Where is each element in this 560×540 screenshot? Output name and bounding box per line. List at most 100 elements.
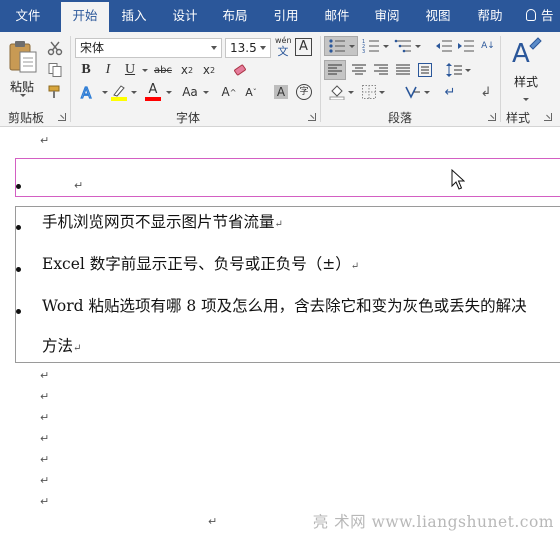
- paragraph-group-label: 段落: [388, 111, 413, 125]
- decrease-indent-button[interactable]: [434, 36, 454, 56]
- line-spacing-button[interactable]: [444, 60, 472, 80]
- font-color-dropdown-icon[interactable]: [166, 91, 172, 94]
- borders-button[interactable]: [358, 82, 388, 102]
- sort-button[interactable]: A↓: [478, 36, 498, 56]
- paragraph-mark: ↵: [40, 432, 50, 445]
- show-hide-marks-button[interactable]: ↵: [440, 82, 460, 102]
- tab-view[interactable]: 视图: [414, 0, 462, 32]
- styles-launcher-icon[interactable]: [544, 113, 552, 121]
- list-item-text: Excel 数字前显示正号、负号或正负号（±）: [42, 255, 351, 273]
- bold-button[interactable]: B: [78, 60, 94, 80]
- align-center-button[interactable]: [348, 60, 370, 80]
- paragraph-mark: ↵: [40, 495, 50, 508]
- mouse-pointer-icon: [451, 169, 465, 190]
- font-name-value: 宋体: [80, 41, 105, 55]
- font-launcher-icon[interactable]: [308, 113, 316, 121]
- tab-references[interactable]: 引用: [262, 0, 310, 32]
- character-border-button[interactable]: A: [295, 38, 312, 56]
- separator: [500, 36, 501, 122]
- highlight-color-bar: [111, 96, 127, 101]
- justify-button[interactable]: [392, 60, 414, 80]
- paragraph-mark: ↵: [350, 261, 360, 272]
- align-right-button[interactable]: [370, 60, 392, 80]
- highlighter-icon: [113, 84, 125, 97]
- list-item[interactable]: Excel 数字前显示正号、负号或正负号（±）↵: [42, 252, 359, 274]
- clipboard-launcher-icon[interactable]: [58, 113, 66, 121]
- character-border-glyph: A: [299, 39, 308, 54]
- list-item-continuation[interactable]: 方法↵: [42, 334, 81, 356]
- format-painter-button[interactable]: [44, 82, 66, 102]
- tab-design[interactable]: 设计: [161, 0, 209, 32]
- font-color-button[interactable]: A: [142, 82, 164, 102]
- superscript-button[interactable]: x2: [200, 60, 218, 80]
- chinese-layout-button[interactable]: [402, 82, 432, 102]
- bullet-list-icon: [328, 39, 345, 53]
- copy-icon: [48, 63, 62, 77]
- tell-me-search[interactable]: 告: [526, 0, 554, 32]
- tab-layout[interactable]: 布局: [211, 0, 259, 32]
- tab-home[interactable]: 开始: [61, 2, 109, 32]
- strikethrough-button[interactable]: abc: [152, 60, 174, 80]
- highlight-button[interactable]: [108, 82, 130, 102]
- enclose-characters-button[interactable]: 字: [294, 82, 314, 102]
- phonetic-guide-char: 文: [277, 45, 289, 58]
- paragraph-launcher-icon[interactable]: [488, 113, 496, 121]
- change-case-button[interactable]: Aa: [178, 82, 202, 102]
- list-item[interactable]: Word 粘贴选项有哪 8 项及怎么用，含去除它和变为灰色或丢失的解决: [42, 294, 527, 316]
- selected-empty-bullet-box[interactable]: [15, 158, 560, 197]
- cut-button[interactable]: [44, 38, 66, 58]
- paragraph-mark: ↵: [208, 515, 218, 528]
- tab-mailings[interactable]: 邮件: [313, 0, 361, 32]
- paste-dropdown-icon: [20, 94, 26, 97]
- subscript-button[interactable]: x2: [178, 60, 196, 80]
- scissors-icon: [47, 41, 63, 56]
- list-item[interactable]: 手机浏览网页不显示图片节省流量↵: [42, 210, 283, 232]
- clipboard-group-label: 剪贴板: [8, 111, 45, 125]
- chevron-down-icon: [211, 46, 217, 50]
- change-case-dropdown-icon[interactable]: [203, 91, 209, 94]
- italic-button[interactable]: I: [100, 60, 116, 80]
- font-size-dropdown[interactable]: 13.5: [225, 38, 271, 58]
- text-effects-button[interactable]: A: [76, 82, 100, 102]
- align-left-icon: [328, 64, 342, 75]
- tab-insert[interactable]: 插入: [110, 0, 158, 32]
- copy-button[interactable]: [44, 60, 66, 80]
- styles-button[interactable]: A 样式: [506, 36, 546, 101]
- align-right-icon: [374, 64, 388, 75]
- tab-help[interactable]: 帮助: [466, 0, 514, 32]
- line-spacing-dropdown-icon: [464, 68, 471, 72]
- numbering-button[interactable]: 123: [360, 36, 390, 56]
- increase-indent-button[interactable]: [456, 36, 476, 56]
- font-name-dropdown[interactable]: 宋体: [75, 38, 222, 58]
- paragraph-extra-button[interactable]: ↲: [476, 82, 496, 102]
- paste-button[interactable]: 粘贴: [6, 38, 40, 98]
- underline-button[interactable]: U: [122, 60, 138, 80]
- chinese-layout-dropdown-icon: [423, 90, 430, 94]
- tab-review[interactable]: 审阅: [363, 0, 411, 32]
- bullets-button[interactable]: [324, 36, 358, 56]
- multilevel-list-button[interactable]: [392, 36, 422, 56]
- increase-indent-icon: [458, 40, 474, 52]
- font-group-label: 字体: [176, 111, 201, 125]
- shrink-font-button[interactable]: Aˇ: [242, 82, 260, 102]
- bullet-icon: [16, 225, 21, 230]
- align-center-icon: [352, 64, 366, 75]
- distributed-button[interactable]: [414, 60, 436, 80]
- character-shading-button[interactable]: A: [272, 82, 290, 102]
- clear-formatting-button[interactable]: [230, 60, 250, 80]
- phonetic-guide-button[interactable]: wén 文: [275, 36, 292, 58]
- bullet-icon: [16, 184, 21, 189]
- watermark: 亮 术网 www.liangshunet.com: [312, 513, 554, 531]
- highlight-dropdown-icon[interactable]: [131, 91, 137, 94]
- underline-dropdown-icon[interactable]: [142, 69, 148, 72]
- grow-font-button[interactable]: A ^: [220, 82, 238, 102]
- font-color-bar: [145, 97, 161, 101]
- shading-button[interactable]: [326, 82, 356, 102]
- change-case-glyph: Aa: [182, 85, 198, 99]
- paragraph-mark: ↵: [74, 179, 84, 192]
- document-canvas[interactable]: ↵ ↵ 手机浏览网页不显示图片节省流量↵ Excel 数字前显示正号、负号或正负…: [0, 128, 560, 540]
- ribbon: 粘贴 剪贴板 宋体 13.5 wén 文 A B I U abc x2 x2 A: [0, 32, 560, 127]
- tab-file[interactable]: 文件: [0, 0, 56, 32]
- paragraph-mark: ↵: [40, 134, 50, 147]
- align-left-button[interactable]: [324, 60, 346, 80]
